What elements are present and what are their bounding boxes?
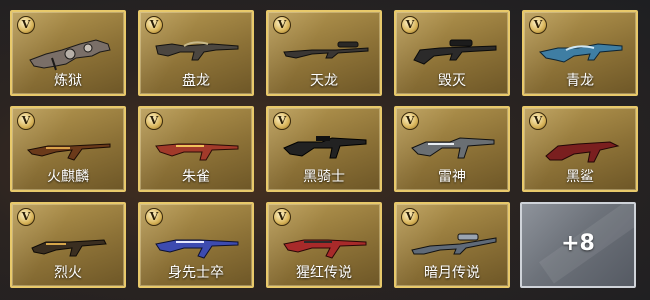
- smg-icon: [545, 141, 620, 163]
- ak-rifle-icon: [26, 143, 111, 161]
- weapon-card-3[interactable]: V 毁灭: [394, 10, 510, 96]
- smg-icon: [31, 239, 107, 257]
- weapon-card-6[interactable]: V 朱雀: [138, 106, 254, 192]
- weapon-card-2[interactable]: V 天龙: [266, 10, 382, 96]
- ak-rifle-icon: [283, 239, 367, 259]
- weapon-card-7[interactable]: V 黑骑士: [266, 106, 382, 192]
- more-count: +8: [561, 231, 595, 256]
- chain-gun-icon: [29, 39, 111, 71]
- heavy-sniper-icon: [413, 39, 497, 65]
- assault-rifle-icon: [539, 43, 623, 63]
- m4-rifle-icon: [283, 136, 367, 159]
- sniper-rifle-icon: [411, 233, 497, 255]
- weapon-name: 火麒麟: [47, 169, 89, 185]
- weapon-grid: V 炼狱 V 盘龙 V 天龙 V 毁灭 V 青龙 V 火麒麟 V 朱雀 V 黑骑…: [0, 0, 650, 300]
- weapon-card-1[interactable]: V 盘龙: [138, 10, 254, 96]
- weapon-name: 天龙: [310, 73, 338, 89]
- weapon-name: 朱雀: [182, 169, 210, 185]
- weapon-card-4[interactable]: V 青龙: [522, 10, 638, 96]
- rifle-icon: [155, 143, 239, 161]
- more-weapons-button[interactable]: +8: [520, 202, 636, 288]
- ak-rifle-icon: [155, 239, 239, 259]
- weapon-name: 盘龙: [182, 73, 210, 89]
- weapon-card-0[interactable]: V 炼狱: [10, 10, 126, 96]
- weapon-name: 烈火: [54, 265, 82, 281]
- weapon-name: 炼狱: [54, 73, 82, 89]
- weapon-card-13[interactable]: V 暗月传说: [394, 202, 510, 288]
- rifle-icon: [155, 41, 239, 61]
- sniper-rifle-icon: [283, 41, 369, 59]
- weapon-name: 黑骑士: [303, 169, 345, 185]
- weapon-card-12[interactable]: V 猩红传说: [266, 202, 382, 288]
- weapon-card-8[interactable]: V 雷神: [394, 106, 510, 192]
- weapon-name: 黑鲨: [566, 169, 594, 185]
- weapon-name: 雷神: [438, 169, 466, 185]
- weapon-card-11[interactable]: V 身先士卒: [138, 202, 254, 288]
- weapon-card-9[interactable]: V 黑鲨: [522, 106, 638, 192]
- weapon-card-5[interactable]: V 火麒麟: [10, 106, 126, 192]
- weapon-name: 猩红传说: [296, 265, 352, 281]
- weapon-name: 青龙: [566, 73, 594, 89]
- weapon-name: 暗月传说: [424, 265, 480, 281]
- m4-rifle-icon: [411, 137, 495, 159]
- weapon-card-10[interactable]: V 烈火: [10, 202, 126, 288]
- weapon-name: 身先士卒: [168, 265, 224, 281]
- weapon-name: 毁灭: [438, 73, 466, 89]
